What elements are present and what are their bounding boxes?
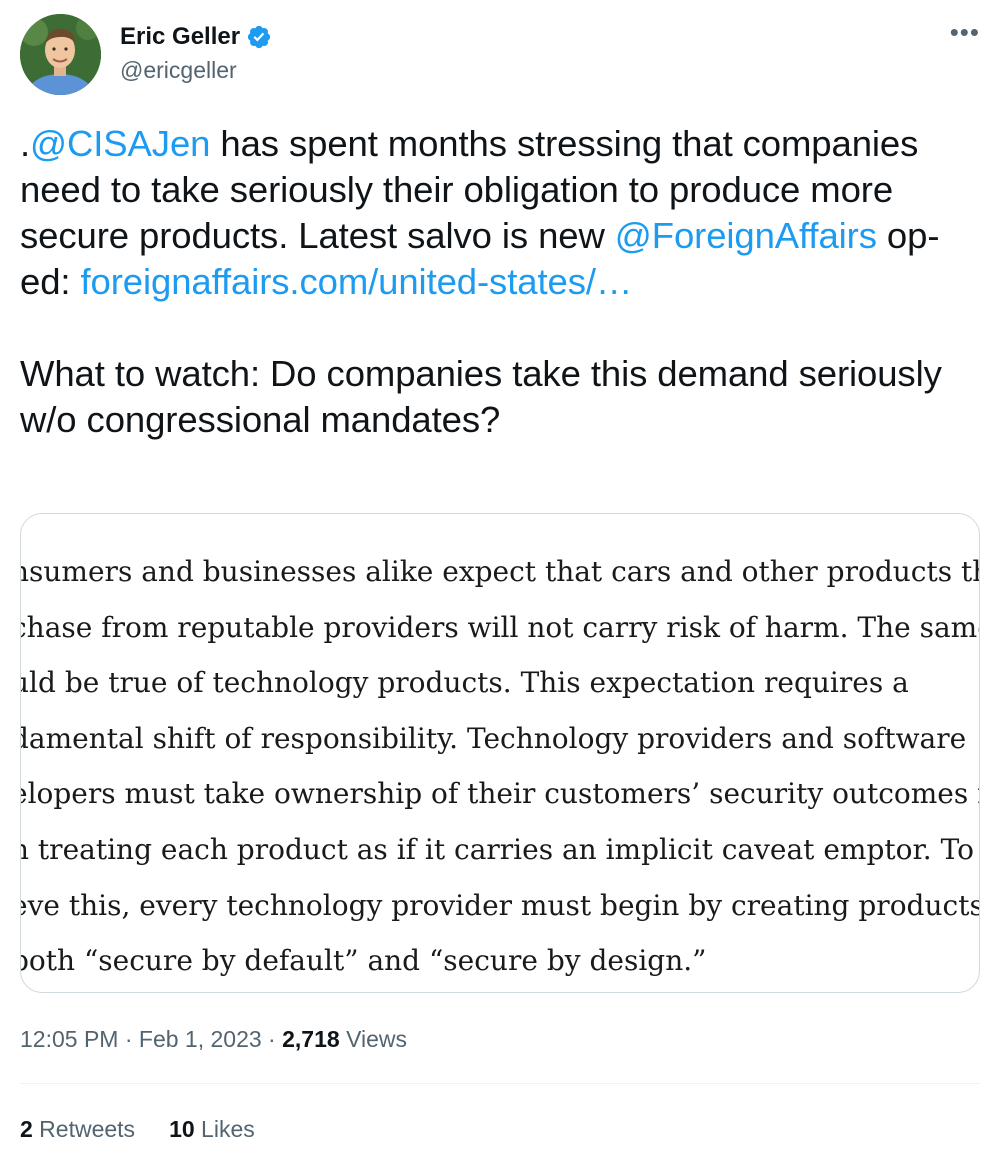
tweet-paragraph-1: .@CISAJen has spent months stressing tha… — [20, 121, 980, 305]
more-icon: ••• — [949, 17, 980, 47]
likes-stat[interactable]: 10 Likes — [169, 1114, 255, 1144]
excerpt-line: both “secure by default” and “secure by … — [20, 944, 707, 978]
attached-image[interactable]: nsumers and businesses alike expect that… — [20, 513, 980, 993]
author-handle[interactable]: @ericgeller — [120, 56, 237, 84]
views-count: 2,718 — [282, 1026, 340, 1052]
views-label: Views — [339, 1026, 408, 1052]
tweet: Eric Geller @ericgeller ••• .@CISAJen ha… — [0, 0, 1000, 1170]
article-url-link[interactable]: foreignaffairs.com/united-states/… — [80, 261, 632, 302]
text-prefix: . — [20, 123, 31, 164]
tweet-text: .@CISAJen has spent months stressing tha… — [20, 121, 980, 443]
retweets-label: Retweets — [32, 1116, 136, 1142]
excerpt-line: uld be true of technology products. This… — [20, 666, 909, 700]
avatar[interactable] — [20, 14, 101, 95]
tweet-paragraph-2: What to watch: Do companies take this de… — [20, 353, 942, 440]
divider — [20, 1083, 980, 1084]
excerpt-line: eve this, every technology provider must… — [20, 888, 980, 922]
tweet-time[interactable]: 12:05 PM — [20, 1026, 118, 1052]
excerpt-line: elopers must take ownership of their cus… — [20, 777, 980, 811]
retweets-count: 2 — [20, 1116, 33, 1142]
article-excerpt-image: nsumers and businesses alike expect that… — [20, 544, 980, 989]
meta-separator: · — [261, 1026, 283, 1052]
excerpt-line: chase from reputable providers will not … — [20, 610, 980, 644]
avatar-photo — [20, 14, 101, 95]
tweet-meta: 12:05 PM · Feb 1, 2023 · 2,718 Views — [20, 1024, 407, 1054]
retweets-stat[interactable]: 2 Retweets — [20, 1114, 135, 1144]
meta-separator: · — [118, 1026, 139, 1052]
engagement-stats: 2 Retweets 10 Likes — [20, 1114, 255, 1144]
tweet-date[interactable]: Feb 1, 2023 — [139, 1026, 262, 1052]
likes-label: Likes — [194, 1116, 255, 1142]
name-row: Eric Geller — [120, 22, 272, 52]
mention-link-cisajen[interactable]: @CISAJen — [30, 123, 210, 164]
likes-count: 10 — [169, 1116, 195, 1142]
verified-badge-icon — [246, 24, 272, 50]
excerpt-line: nsumers and businesses alike expect that… — [20, 555, 980, 588]
more-options-button[interactable]: ••• — [950, 19, 980, 45]
excerpt-line: damental shift of responsibility. Techno… — [20, 721, 967, 755]
excerpt-line: n treating each product as if it carries… — [20, 832, 974, 866]
display-name[interactable]: Eric Geller — [120, 22, 240, 52]
mention-link-foreignaffairs[interactable]: @ForeignAffairs — [615, 215, 877, 256]
